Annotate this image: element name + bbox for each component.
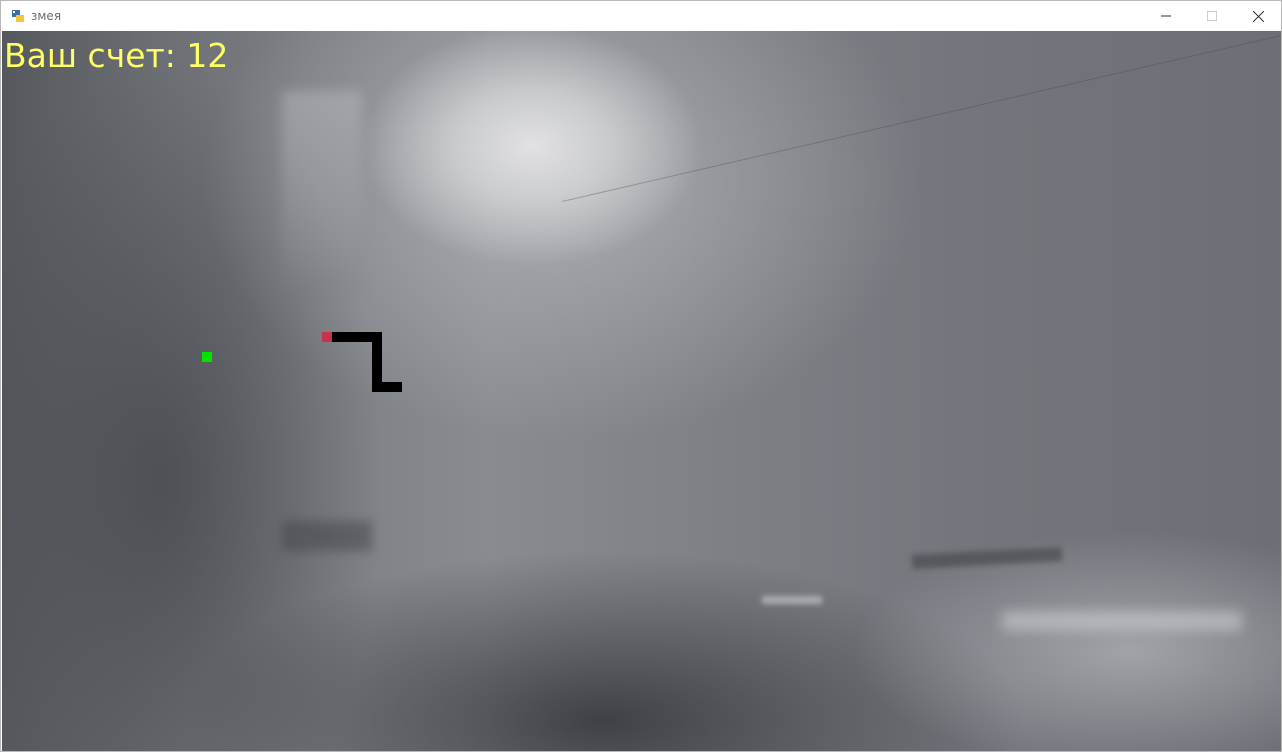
background-cloud: [762, 596, 822, 604]
minimize-icon: [1161, 15, 1171, 17]
maximize-button[interactable]: [1189, 1, 1235, 31]
background-cloud: [1002, 611, 1242, 631]
close-button[interactable]: [1235, 1, 1281, 31]
python-icon: [11, 9, 25, 23]
minimize-button[interactable]: [1143, 1, 1189, 31]
maximize-icon: [1207, 11, 1217, 21]
game-window: змея Ваш счет: 12: [0, 0, 1282, 752]
background-wire: [562, 34, 1281, 202]
window-title: змея: [31, 9, 62, 23]
title-bar[interactable]: змея: [1, 1, 1281, 31]
background-ledge: [282, 521, 372, 551]
background-streetlight: [911, 547, 1063, 569]
score-label: Ваш счет: 12: [4, 36, 229, 75]
close-icon: [1252, 10, 1264, 22]
game-canvas[interactable]: Ваш счет: 12: [2, 31, 1281, 751]
background-building: [282, 91, 362, 291]
food-pellet: [202, 352, 212, 362]
snake-body-segment: [372, 382, 402, 392]
snake-head: [322, 332, 332, 342]
